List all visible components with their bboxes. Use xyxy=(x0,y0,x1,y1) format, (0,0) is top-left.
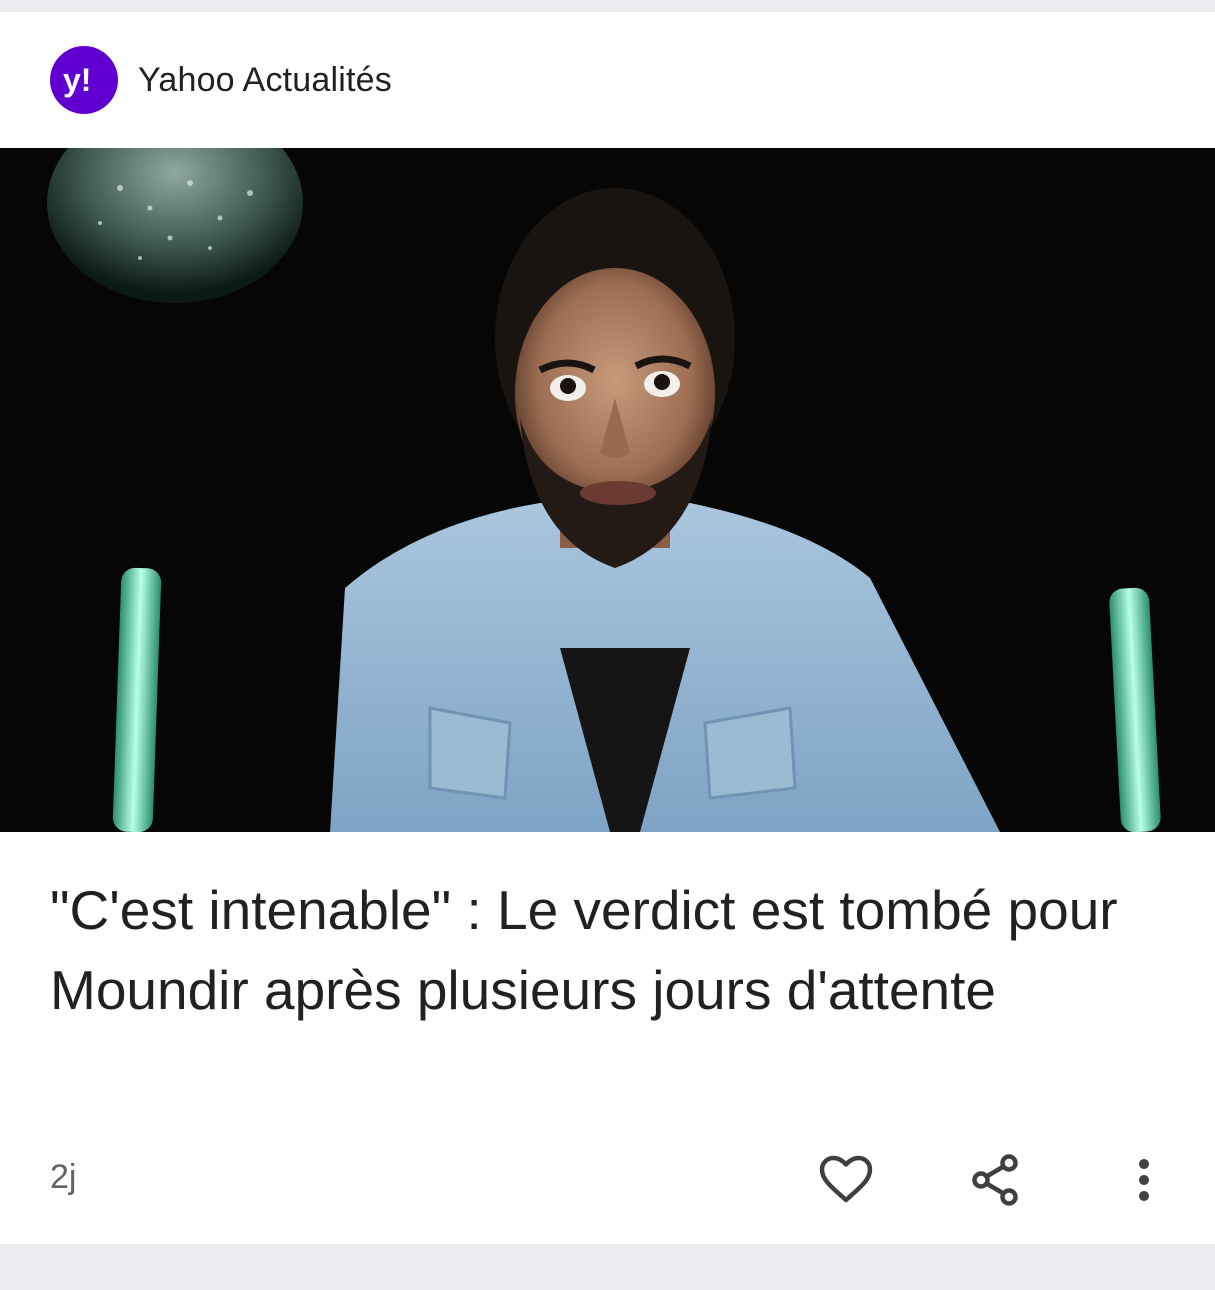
svg-text:y!: y! xyxy=(63,62,91,98)
more-options-button[interactable] xyxy=(1114,1152,1174,1212)
source-name: Yahoo Actualités xyxy=(138,60,392,99)
share-icon xyxy=(970,1153,1020,1211)
more-vert-icon xyxy=(1137,1158,1151,1206)
article-age: 2j xyxy=(50,1158,77,1196)
source-header[interactable]: y! Yahoo Actualités xyxy=(50,46,392,114)
heart-icon xyxy=(819,1155,873,1210)
yahoo-logo-icon: y! xyxy=(50,46,118,114)
card-footer: 2j xyxy=(50,1152,1180,1212)
news-card[interactable]: y! Yahoo Actualités "C'est intenable": … xyxy=(0,12,1215,1244)
like-button[interactable] xyxy=(816,1152,876,1212)
article-headline[interactable]: "C'est intenable" : Le verdict est tombé… xyxy=(50,870,1180,1030)
article-image[interactable] xyxy=(0,148,1215,832)
share-button[interactable] xyxy=(965,1152,1025,1212)
